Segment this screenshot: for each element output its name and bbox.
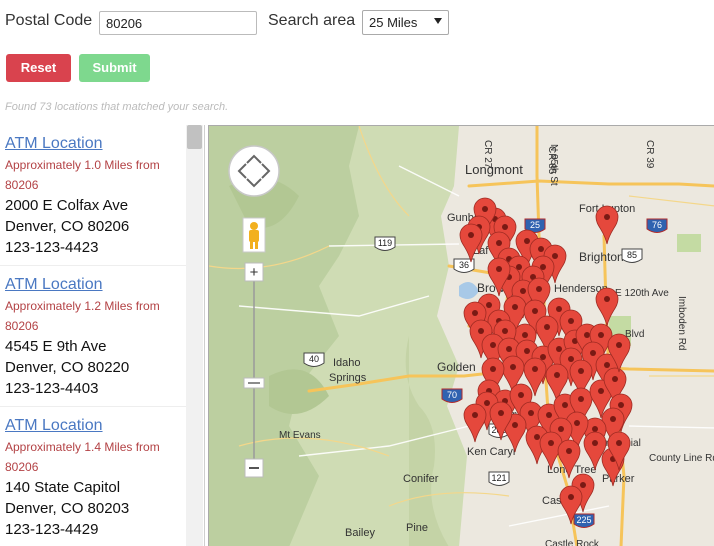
map-place-label: Brighton	[579, 250, 624, 264]
highway-shield-number: 121	[491, 473, 506, 483]
map-place-label: CR 85	[546, 146, 557, 175]
highway-shield-number: 36	[459, 260, 469, 270]
map-place-label: CR 27	[482, 140, 493, 169]
highway-shield-icon: 76	[646, 218, 668, 233]
scrollbar-thumb[interactable]	[187, 125, 202, 149]
map-place-label: Bailey	[345, 527, 375, 539]
search-area-label: Search area	[268, 12, 356, 29]
map-place-label: Ken Caryl	[467, 446, 515, 458]
search-area-value: 25 Miles	[369, 15, 418, 30]
list-item: ATM Location Approximately 1.4 Miles fro…	[0, 407, 186, 546]
location-title-link[interactable]: ATM Location	[5, 417, 186, 435]
location-title-link[interactable]: ATM Location	[5, 276, 186, 294]
map-place-label: Pine	[406, 522, 428, 534]
highway-shield-icon: 121	[488, 471, 510, 486]
highway-shield-number: 70	[447, 390, 457, 400]
location-phone: 123-123-4429	[5, 521, 99, 538]
highway-shield-icon: 70	[441, 388, 463, 403]
map-place-label: CR 39	[644, 140, 655, 169]
highway-shield-number: 25	[530, 220, 540, 230]
highway-shield-number: 119	[378, 238, 392, 248]
map-place-label: E 120th Ave	[615, 288, 669, 299]
location-city: Denver, CO 80206	[5, 218, 130, 235]
location-distance: Approximately 1.2 Miles from 80206	[5, 299, 160, 333]
list-scrollbar[interactable]	[186, 125, 203, 546]
highway-shield-number: 76	[652, 220, 662, 230]
highway-shield-number: 40	[309, 354, 319, 364]
location-street: 2000 E Colfax Ave	[5, 197, 129, 214]
map-place-label: Springs	[329, 372, 367, 384]
location-city: Denver, CO 80203	[5, 500, 130, 517]
map-place-label: Idaho	[333, 357, 361, 369]
map-place-label: Conifer	[403, 473, 439, 485]
location-distance: Approximately 1.0 Miles from 80206	[5, 158, 160, 192]
map-pan-control[interactable]	[228, 145, 280, 197]
location-distance: Approximately 1.4 Miles from 80206	[5, 440, 160, 474]
location-city: Denver, CO 80220	[5, 359, 130, 376]
highway-shield-icon: 119	[374, 236, 396, 251]
dropdown-arrow-icon	[434, 18, 442, 24]
postal-code-label: Postal Code	[5, 12, 93, 29]
highway-shield-icon: 85	[621, 248, 643, 263]
map-place-label: Castle Rock	[545, 539, 600, 546]
search-form: Postal Code Search area 25 Miles	[0, 0, 714, 48]
highway-shield-number: 225	[576, 515, 591, 525]
location-phone: 123-123-4403	[5, 380, 99, 397]
highway-shield-number: 85	[627, 250, 637, 260]
map-place-label: Parker	[602, 473, 635, 485]
map-place-label: Mt Evans	[279, 430, 321, 441]
postal-code-input[interactable]	[99, 11, 257, 35]
search-area-select[interactable]: 25 Miles	[362, 10, 449, 35]
result-count-text: Found 73 locations that matched your sea…	[5, 101, 229, 113]
reset-button[interactable]: Reset	[6, 54, 71, 82]
list-item: ATM Location Approximately 1.0 Miles fro…	[0, 125, 186, 266]
map-place-label: Longmont	[465, 162, 523, 177]
list-item: ATM Location Approximately 1.2 Miles fro…	[0, 266, 186, 407]
highway-shield-icon: 225	[573, 513, 595, 528]
map-place-label: Golden	[437, 360, 476, 374]
street-view-pegman-icon[interactable]	[242, 217, 266, 253]
highway-shield-icon: 40	[303, 352, 325, 367]
map-place-label: County Line Rd	[649, 453, 714, 464]
submit-button[interactable]: Submit	[79, 54, 150, 82]
location-phone: 123-123-4423	[5, 239, 99, 256]
location-street: 140 State Capitol	[5, 479, 121, 496]
location-street: 4545 E 9th Ave	[5, 338, 107, 355]
results-list[interactable]: ATM Location Approximately 1.0 Miles fro…	[0, 125, 205, 546]
svg-text:+: +	[250, 264, 259, 281]
map-place-label: Imboden Rd	[676, 296, 687, 350]
location-title-link[interactable]: ATM Location	[5, 135, 186, 153]
map-view[interactable]: Longmont Fort Lupton Brighton Henderson Gunb…	[208, 125, 714, 546]
